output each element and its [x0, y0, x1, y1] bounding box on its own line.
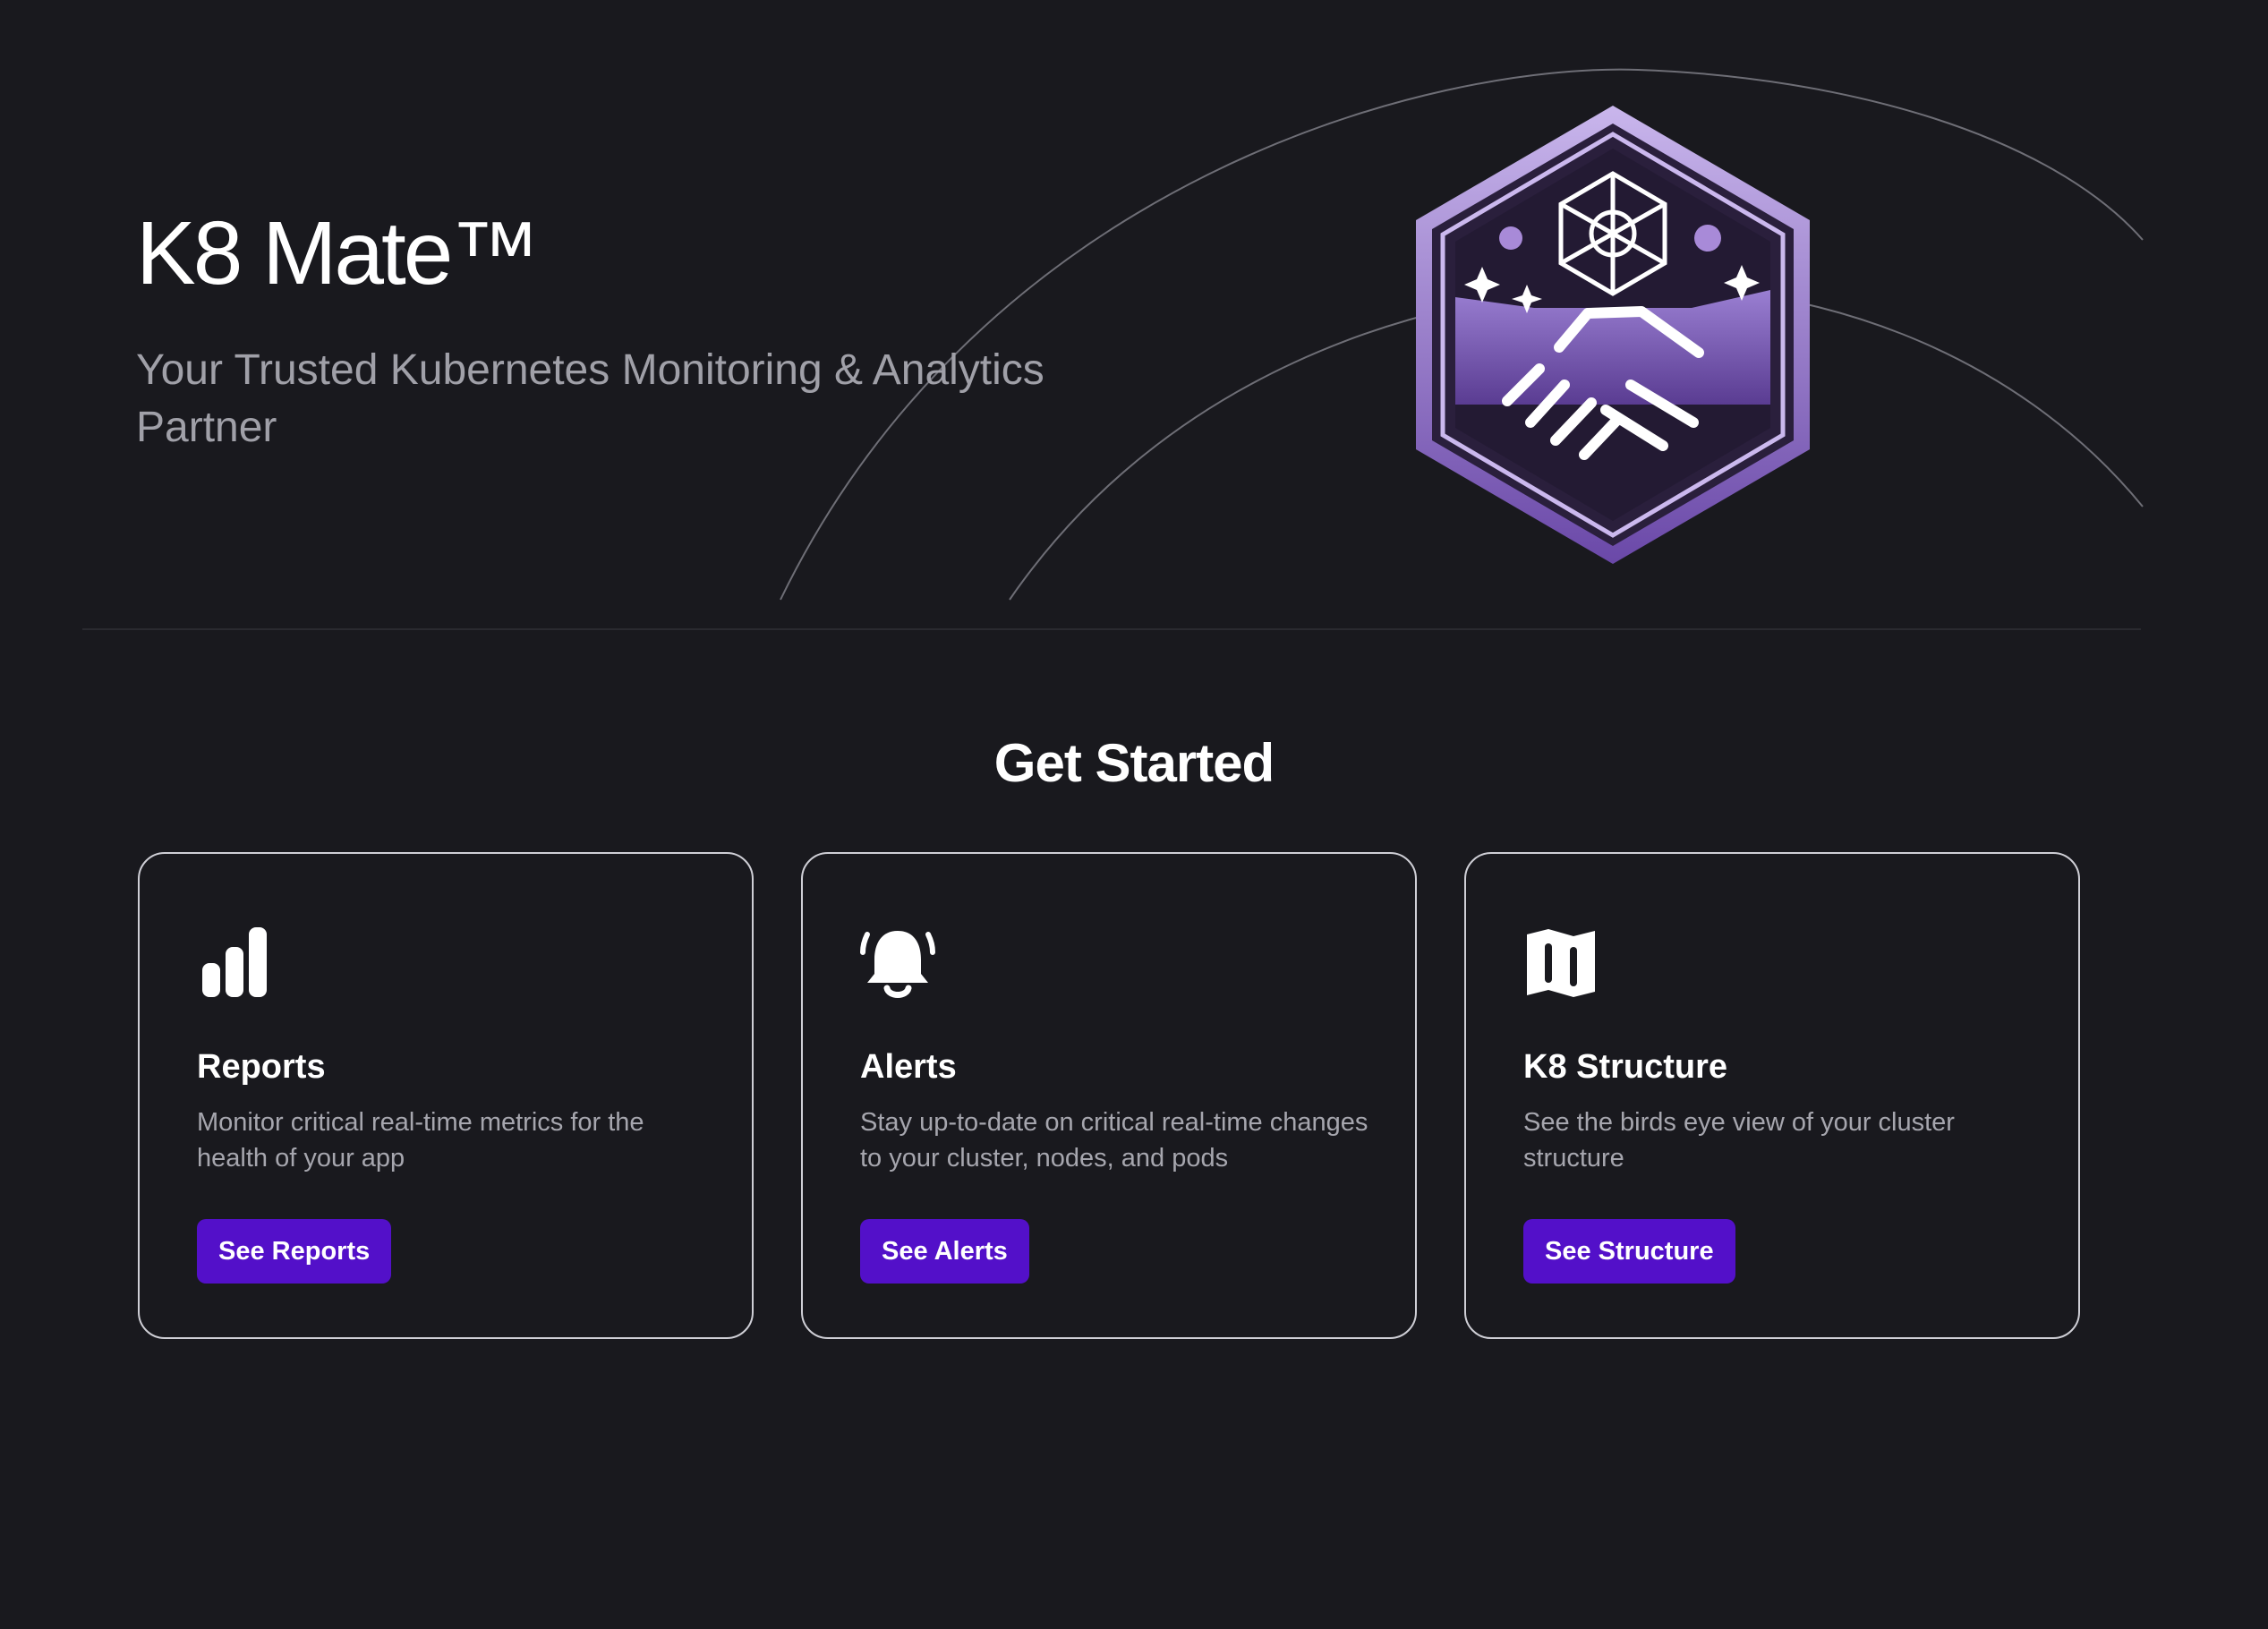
card-description: See the birds eye view of your cluster s… [1523, 1108, 1955, 1173]
card-title: K8 Structure [1523, 1048, 1728, 1086]
card-description: Monitor critical real-time metrics for t… [197, 1108, 644, 1173]
section-divider [82, 628, 2141, 630]
get-started-heading: Get Started [993, 733, 1275, 793]
alerts-card: Alerts Stay up-to-date on critical real-… [801, 852, 1417, 1339]
see-structure-button[interactable]: See Structure [1523, 1219, 1735, 1284]
card-title: Reports [197, 1048, 326, 1086]
decorative-arcs [780, 68, 2144, 601]
see-alerts-button[interactable]: See Alerts [860, 1219, 1029, 1284]
brand-subtitle: Your Trusted Kubernetes Monitoring & Ana… [136, 346, 1044, 451]
bell-ringing-icon [860, 931, 935, 998]
reports-card: Reports Monitor critical real-time metri… [138, 852, 754, 1339]
handshake-hexagon-badge-icon [1416, 106, 1810, 564]
see-reports-button[interactable]: See Reports [197, 1219, 392, 1284]
brand-title: K8 Mate™ [136, 203, 540, 303]
landing-page: K8 Mate™ Your Trusted Kubernetes Monitor… [0, 0, 2268, 1629]
bar-chart-icon [202, 927, 267, 997]
card-title: Alerts [860, 1048, 957, 1086]
hero-section: K8 Mate™ Your Trusted Kubernetes Monitor… [0, 0, 2268, 630]
k8-structure-card: K8 Structure See the birds eye view of y… [1464, 852, 2080, 1339]
card-description: Stay up-to-date on critical real-time ch… [860, 1108, 1368, 1173]
map-icon [1527, 929, 1595, 997]
